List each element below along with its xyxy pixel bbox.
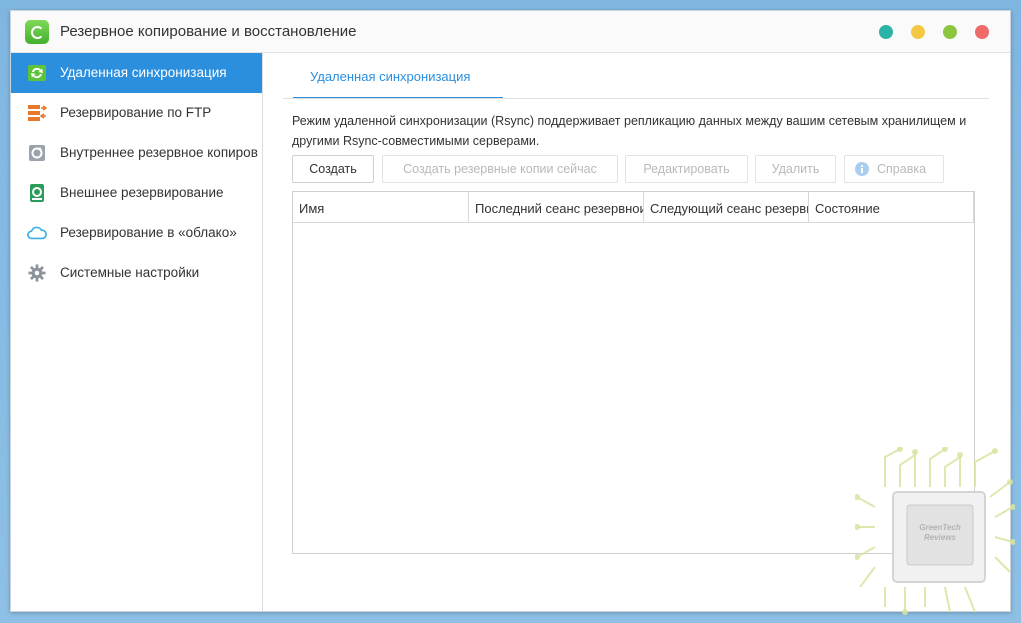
sidebar-item-label: Внутреннее резервное копиров bbox=[60, 145, 258, 160]
sidebar-item-label: Системные настройки bbox=[60, 265, 200, 280]
title-bar: Резервное копирование и восстановление bbox=[11, 11, 1010, 53]
edit-button[interactable]: Редактировать bbox=[625, 155, 748, 183]
gear-icon bbox=[28, 264, 46, 282]
delete-button[interactable]: Удалить bbox=[755, 155, 836, 183]
table-header: Имя Последний сеанс резервнои Следующий … bbox=[293, 192, 974, 223]
tab-label: Удаленная синхронизация bbox=[310, 69, 471, 84]
tab-divider bbox=[283, 98, 989, 99]
greentech-reviews-watermark: GreenTech Reviews bbox=[855, 447, 1015, 615]
sidebar-item-label: Резервирование по FTP bbox=[60, 105, 212, 120]
sidebar-item-external-backup[interactable]: Внешнее резервирование bbox=[11, 173, 262, 213]
description-text: Режим удаленной синхронизации (Rsync) по… bbox=[292, 114, 967, 148]
sidebar-item-label: Резервирование в «облако» bbox=[60, 225, 237, 240]
sidebar-item-cloud-backup[interactable]: Резервирование в «облако» bbox=[11, 213, 262, 253]
column-header-status[interactable]: Состояние bbox=[809, 192, 974, 222]
sidebar-item-system-settings[interactable]: Системные настройки bbox=[11, 253, 262, 293]
watermark-line2: Reviews bbox=[924, 533, 957, 542]
restore-button[interactable] bbox=[911, 25, 925, 39]
sidebar-item-label: Удаленная синхронизация bbox=[60, 65, 227, 80]
close-button[interactable] bbox=[975, 25, 989, 39]
help-label: Справка bbox=[877, 162, 927, 176]
sidebar-item-remote-sync[interactable]: Удаленная синхронизация bbox=[11, 53, 262, 93]
sync-icon bbox=[28, 65, 46, 81]
watermark-line1: GreenTech bbox=[919, 523, 961, 532]
ftp-icon bbox=[28, 105, 47, 121]
sidebar: Удаленная синхронизация Резервирование п… bbox=[11, 53, 263, 611]
sidebar-item-label: Внешнее резервирование bbox=[60, 185, 224, 200]
column-header-next-backup[interactable]: Следующий сеанс резерви bbox=[644, 192, 809, 222]
internal-backup-icon bbox=[29, 145, 45, 161]
create-button[interactable]: Создать bbox=[292, 155, 374, 183]
sidebar-item-internal-backup[interactable]: Внутреннее резервное копиров bbox=[11, 133, 262, 173]
column-header-last-backup[interactable]: Последний сеанс резервнои bbox=[469, 192, 644, 222]
help-button[interactable]: Справка bbox=[844, 155, 944, 183]
backup-app-icon bbox=[25, 20, 49, 44]
minimize-button[interactable] bbox=[879, 25, 893, 39]
info-icon bbox=[855, 162, 869, 176]
column-header-name[interactable]: Имя bbox=[293, 192, 469, 222]
backup-now-button[interactable]: Создать резервные копии сейчас bbox=[382, 155, 618, 183]
external-backup-icon bbox=[30, 184, 44, 202]
window-title: Резервное копирование и восстановление bbox=[60, 23, 357, 40]
maximize-button[interactable] bbox=[943, 25, 957, 39]
cloud-icon bbox=[27, 226, 47, 240]
tab-remote-sync[interactable]: Удаленная синхронизация bbox=[293, 63, 503, 99]
sidebar-item-ftp[interactable]: Резервирование по FTP bbox=[11, 93, 262, 133]
